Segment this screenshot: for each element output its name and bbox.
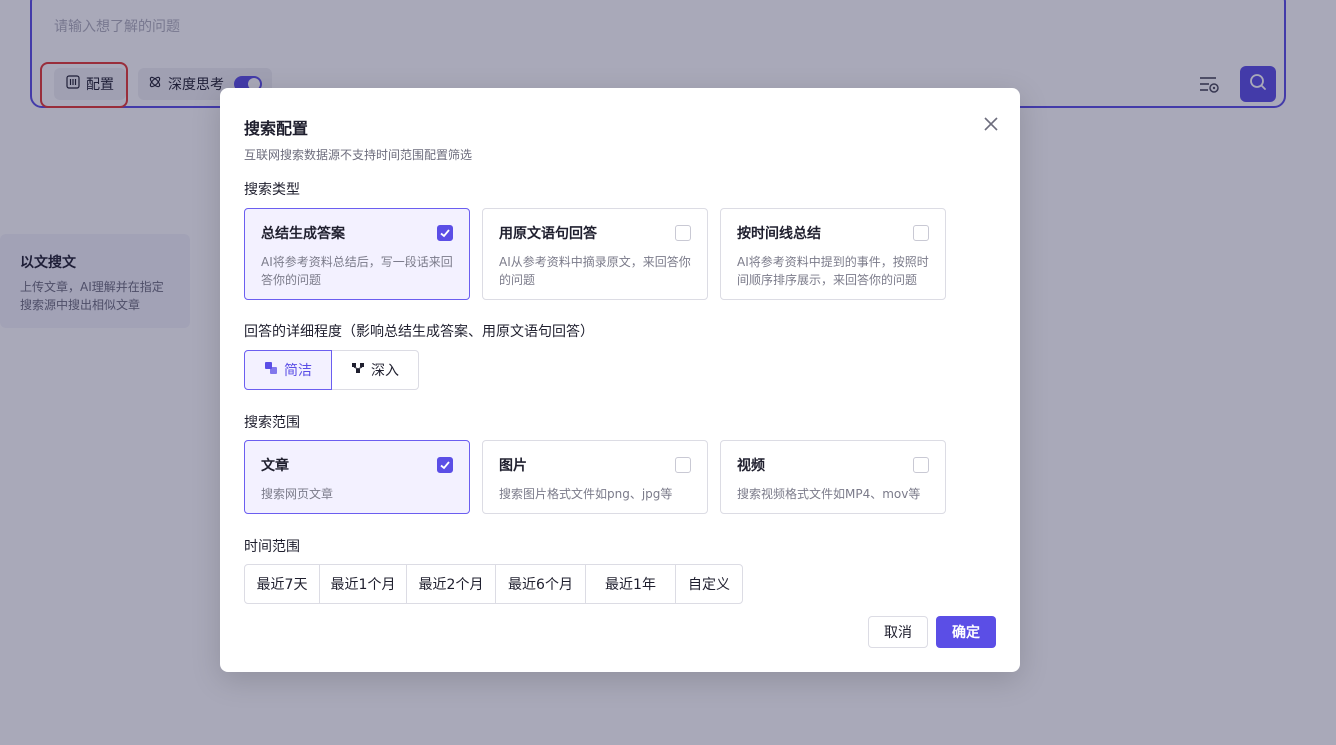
search-type-label: 搜索类型 [244,182,300,198]
concise-icon [264,361,278,379]
time-option-custom[interactable]: 自定义 [675,564,743,604]
confirm-button[interactable]: 确定 [936,616,996,648]
option-desc: AI将参考资料总结后，写一段话来回答你的问题 [261,255,453,287]
seg-label: 简洁 [284,363,312,379]
checkbox[interactable] [913,457,929,473]
option-desc: AI将参考资料中提到的事件，按照时间顺序排序展示，来回答你的问题 [737,255,929,287]
scope-article[interactable]: 文章 搜索网页文章 [244,440,470,514]
time-option-1y[interactable]: 最近1年 [585,564,676,604]
time-option-1m[interactable]: 最近1个月 [319,564,407,604]
checkbox[interactable] [913,225,929,241]
option-title: 图片 [499,458,527,474]
option-title: 文章 [261,458,289,474]
search-config-modal: 搜索配置 互联网搜索数据源不支持时间范围配置筛选 搜索类型 总结生成答案 AI将… [220,88,1020,672]
detail-concise-option[interactable]: 简洁 [244,350,332,390]
time-range-label: 时间范围 [244,539,300,555]
checkbox[interactable] [675,457,691,473]
search-type-quote[interactable]: 用原文语句回答 AI从参考资料中摘录原文，来回答你的问题 [482,208,708,300]
option-title: 总结生成答案 [261,226,345,242]
search-type-timeline[interactable]: 按时间线总结 AI将参考资料中提到的事件，按照时间顺序排序展示，来回答你的问题 [720,208,946,300]
option-desc: 搜索图片格式文件如png、jpg等 [499,487,673,501]
modal-subtitle: 互联网搜索数据源不支持时间范围配置筛选 [244,148,473,162]
scope-video[interactable]: 视频 搜索视频格式文件如MP4、mov等 [720,440,946,514]
deep-icon [351,361,365,379]
checkbox[interactable] [675,225,691,241]
check-icon [440,229,450,238]
scope-image[interactable]: 图片 搜索图片格式文件如png、jpg等 [482,440,708,514]
search-type-summary[interactable]: 总结生成答案 AI将参考资料总结后，写一段话来回答你的问题 [244,208,470,300]
detail-level-label: 回答的详细程度（影响总结生成答案、用原文语句回答） [244,324,594,340]
option-desc: 搜索视频格式文件如MP4、mov等 [737,487,921,501]
option-title: 视频 [737,458,765,474]
check-icon [440,461,450,470]
modal-title: 搜索配置 [244,119,309,138]
detail-level-group: 简洁 深入 [244,350,419,390]
checkbox[interactable] [437,457,453,473]
search-scope-label: 搜索范围 [244,415,300,431]
time-option-2m[interactable]: 最近2个月 [406,564,496,604]
option-title: 用原文语句回答 [499,226,597,242]
option-desc: 搜索网页文章 [261,487,334,501]
detail-deep-option[interactable]: 深入 [331,350,419,390]
time-option-6m[interactable]: 最近6个月 [495,564,586,604]
seg-label: 深入 [371,363,399,379]
option-title: 按时间线总结 [737,226,821,242]
close-icon[interactable] [982,115,1000,133]
time-range-group: 最近7天 最近1个月 最近2个月 最近6个月 最近1年 自定义 [244,564,743,604]
checkbox[interactable] [437,225,453,241]
time-option-7d[interactable]: 最近7天 [244,564,320,604]
option-desc: AI从参考资料中摘录原文，来回答你的问题 [499,255,691,287]
cancel-button[interactable]: 取消 [868,616,928,648]
